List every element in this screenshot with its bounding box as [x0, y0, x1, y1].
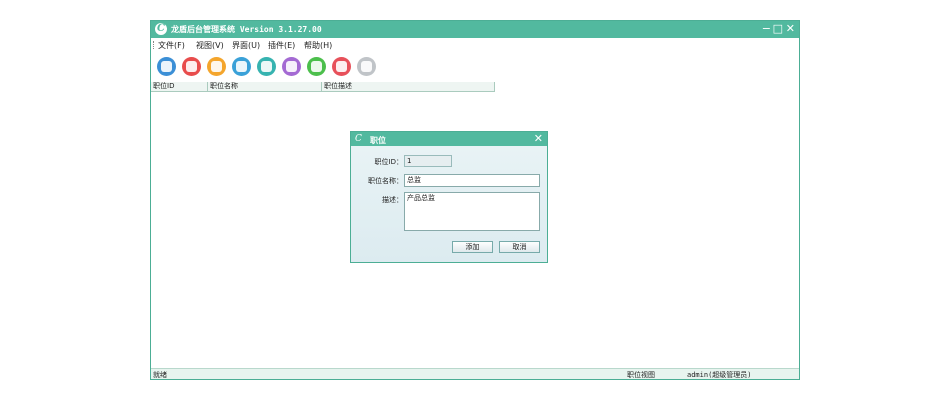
dialog-close-icon[interactable]: ✕: [534, 133, 543, 145]
menu-view[interactable]: 视图(V): [196, 40, 224, 51]
status-user: admin(超级管理员): [687, 371, 752, 379]
name-field[interactable]: 总监: [404, 174, 540, 187]
info-icon[interactable]: [357, 57, 376, 76]
column-id[interactable]: 职位ID: [151, 82, 208, 91]
toolbar: [151, 53, 799, 82]
status-ready: 就绪: [153, 371, 167, 379]
menu-grip: [153, 41, 155, 49]
dialog-logo-icon: C: [355, 134, 362, 144]
menu-bar: 文件(F) 视图(V) 界面(U) 插件(E) 帮助(H): [151, 38, 799, 52]
id-field: 1: [404, 155, 452, 167]
check-icon[interactable]: [307, 57, 326, 76]
id-card-icon[interactable]: [257, 57, 276, 76]
users-icon[interactable]: [157, 57, 176, 76]
position-dialog: C 职位 ✕ 职位ID： 1 职位名称： 总监 描述： 产品总监 添加 取消: [350, 131, 548, 263]
title-bar[interactable]: C 龙盾后台管理系统 Version 3.1.27.00 − □ ✕: [151, 21, 799, 38]
description-label: 描述：: [382, 196, 403, 204]
status-bar: 就绪 职位视图 admin(超级管理员): [151, 368, 799, 379]
list-header: 职位ID 职位名称 职位描述: [151, 82, 495, 92]
menu-file[interactable]: 文件(F): [158, 40, 185, 51]
add-button[interactable]: 添加: [452, 241, 493, 253]
name-label: 职位名称：: [368, 177, 403, 185]
column-description[interactable]: 职位描述: [322, 82, 495, 91]
message-icon[interactable]: [282, 57, 301, 76]
minimize-icon[interactable]: −: [762, 22, 771, 36]
menu-ui[interactable]: 界面(U): [232, 40, 260, 51]
dialog-title: 职位: [370, 136, 386, 145]
app-logo-icon: C: [155, 23, 167, 35]
user-icon[interactable]: [232, 57, 251, 76]
column-name[interactable]: 职位名称: [208, 82, 322, 91]
status-view: 职位视图: [627, 371, 655, 379]
id-label: 职位ID：: [374, 158, 403, 166]
dialog-title-bar[interactable]: C 职位 ✕: [351, 132, 547, 146]
cancel-button[interactable]: 取消: [499, 241, 540, 253]
list-icon[interactable]: [207, 57, 226, 76]
sound-icon[interactable]: [332, 57, 351, 76]
home-icon[interactable]: [182, 57, 201, 76]
menu-help[interactable]: 帮助(H): [304, 40, 332, 51]
maximize-icon[interactable]: □: [773, 22, 783, 36]
close-icon[interactable]: ✕: [786, 22, 795, 36]
description-field[interactable]: 产品总监: [404, 192, 540, 231]
menu-plugins[interactable]: 插件(E): [268, 40, 295, 51]
window-title: 龙盾后台管理系统 Version 3.1.27.00: [171, 25, 322, 34]
